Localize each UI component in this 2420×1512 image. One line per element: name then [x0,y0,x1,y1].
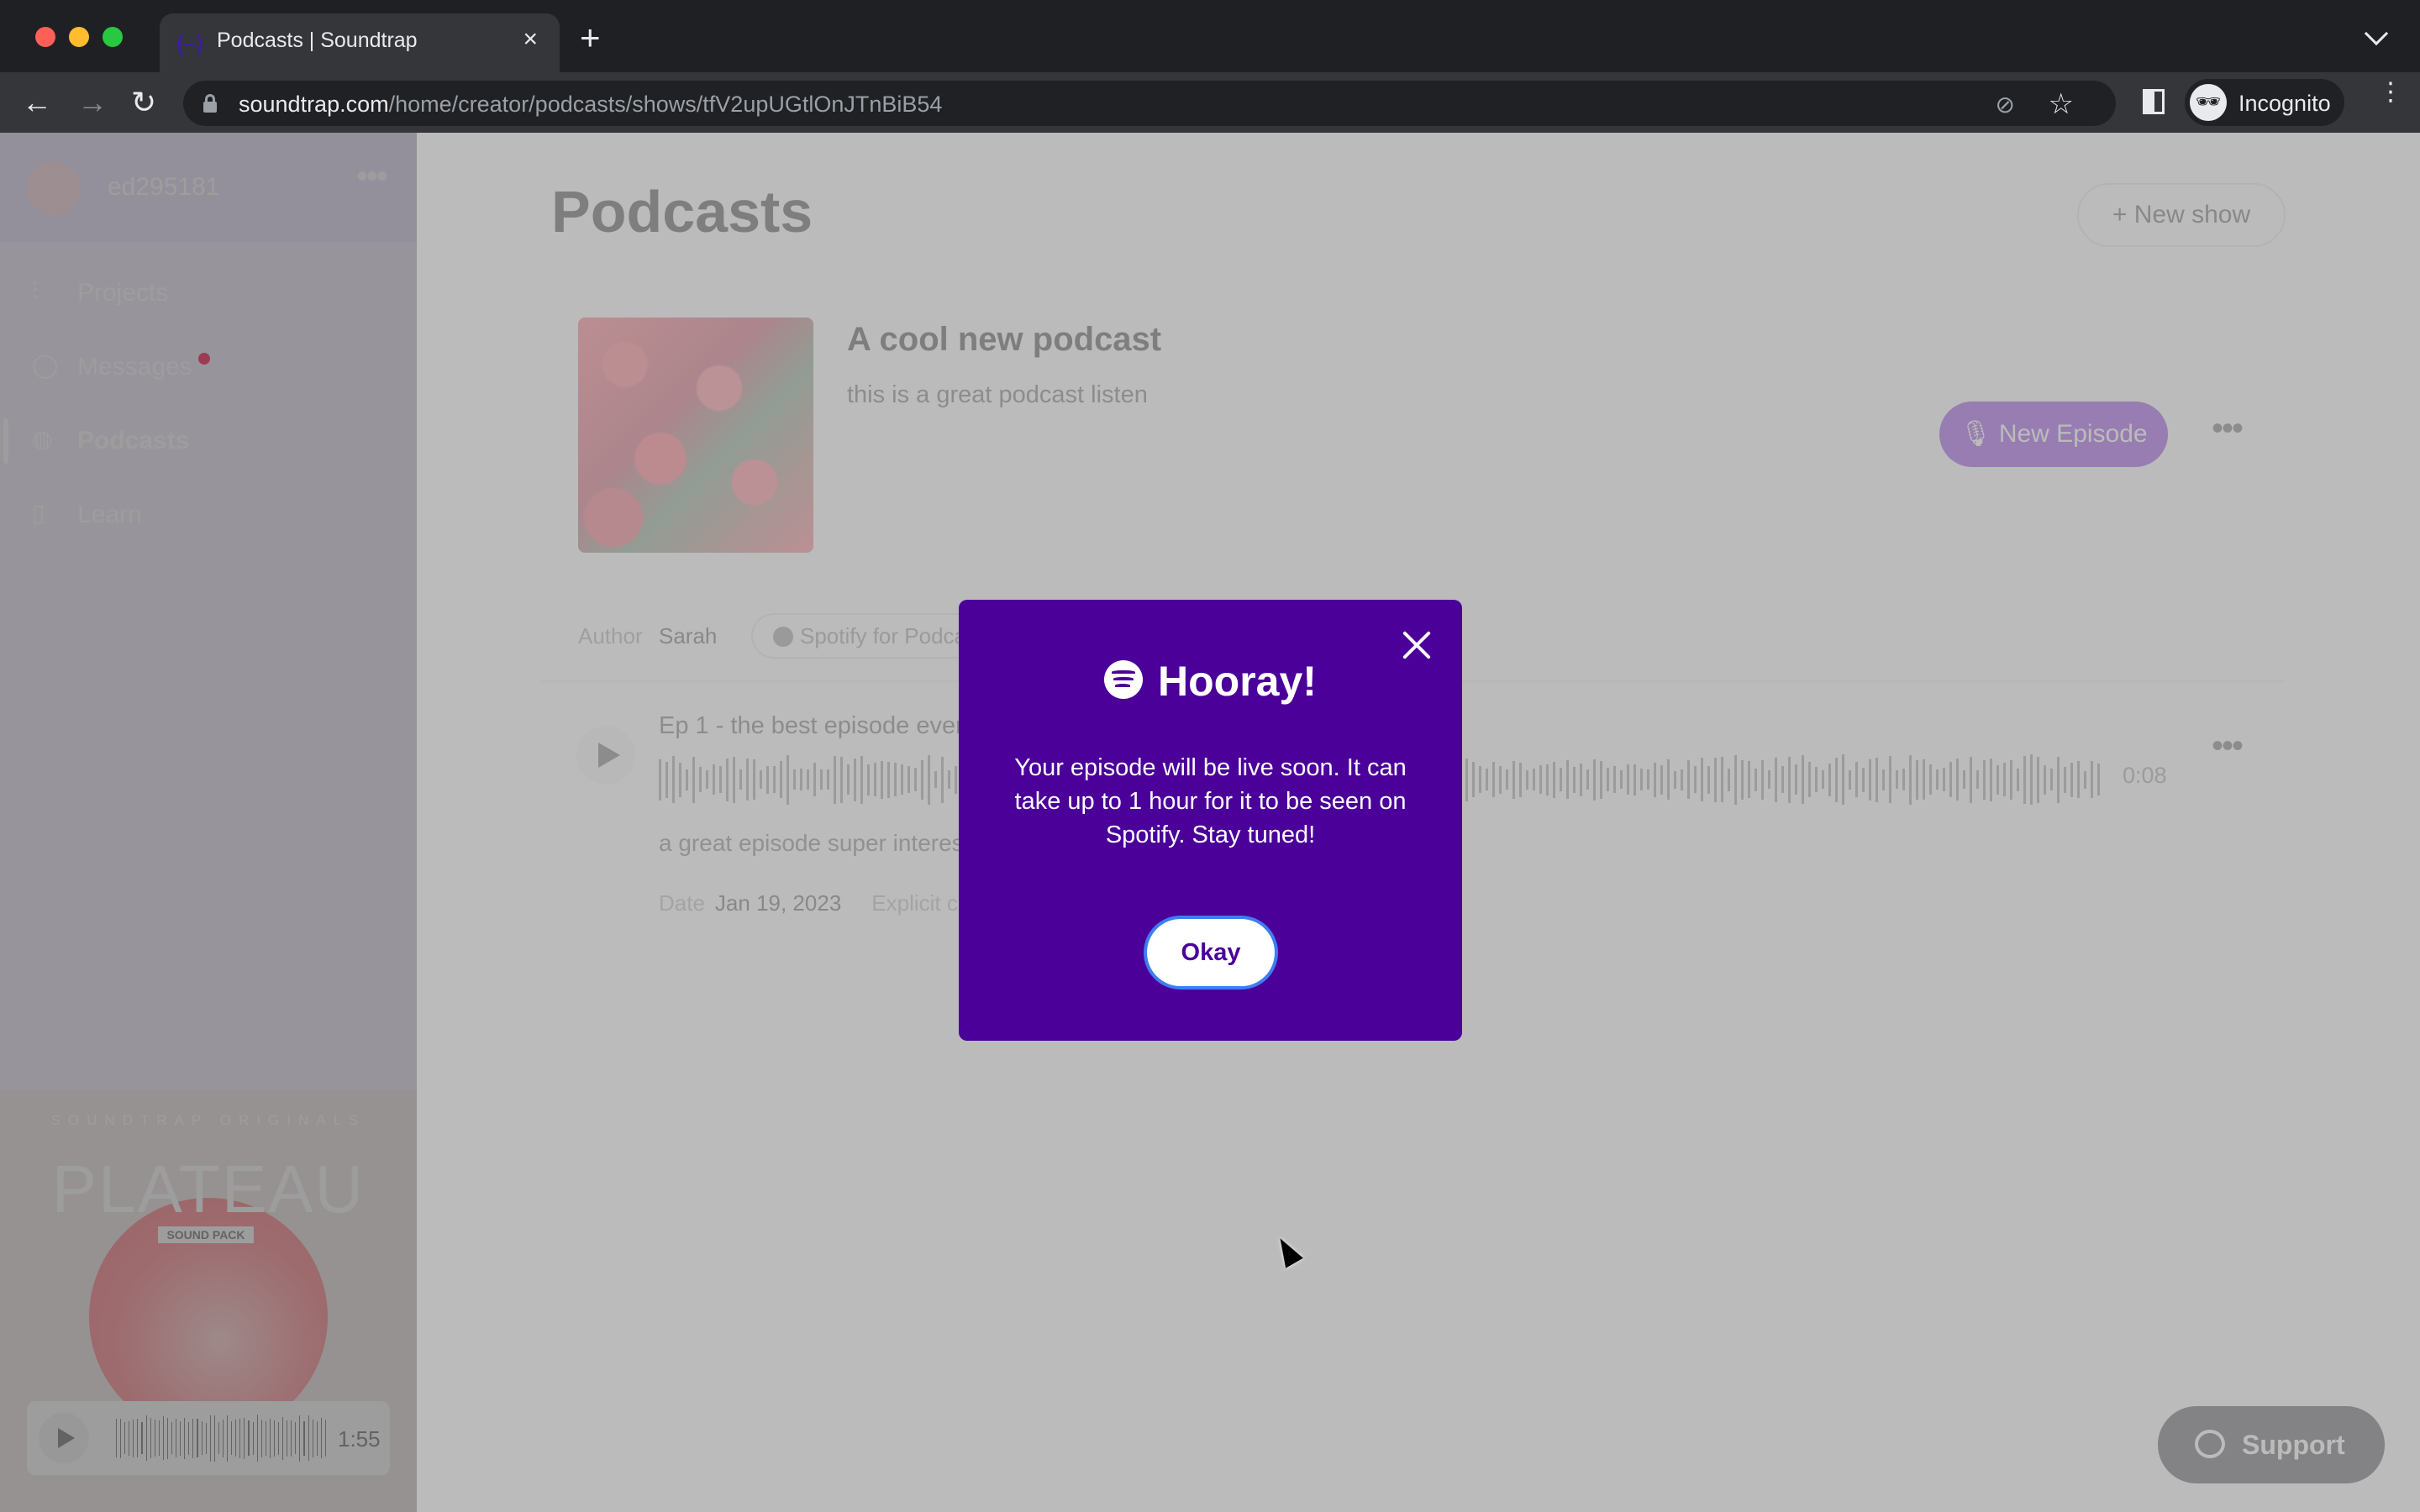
modal-heading: Hooray! [959,657,1462,706]
window-maximize-button[interactable] [103,27,123,47]
browser-tabstrip: (–) Podcasts | Soundtrap × + [0,0,2420,72]
incognito-label: Incognito [2238,91,2331,116]
reload-icon[interactable]: ↻ [131,86,156,119]
spotify-icon [1104,659,1144,699]
lock-icon[interactable] [203,94,217,113]
side-panel-icon[interactable] [2143,89,2165,114]
modal-heading-text: Hooray! [1158,658,1317,705]
window-minimize-button[interactable] [69,27,89,47]
browser-menu-icon[interactable]: ⋮ [2378,80,2403,105]
browser-tab[interactable]: (–) Podcasts | Soundtrap × [160,13,560,72]
tab-title: Podcasts | Soundtrap [217,29,418,52]
incognito-profile-button[interactable]: 🕶 Incognito [2185,79,2344,126]
tab-search-chevron-icon[interactable] [2364,21,2389,46]
address-bar[interactable]: soundtrap.com/home/creator/podcasts/show… [183,81,2116,126]
incognito-icon: 🕶 [2190,84,2227,121]
window-close-button[interactable] [35,27,55,47]
success-modal: Hooray! Your episode will be live soon. … [959,600,1462,1041]
modal-body: Your episode will be live soon. It can t… [1014,754,1407,848]
okay-button[interactable]: Okay [1147,919,1275,986]
close-icon[interactable] [1402,630,1432,660]
tab-close-icon[interactable]: × [523,27,538,52]
url-text[interactable]: soundtrap.com/home/creator/podcasts/show… [239,92,942,118]
bookmark-star-icon[interactable]: ☆ [2049,87,2074,121]
soundtrap-logo-icon: (–) [176,30,203,55]
eye-slash-icon[interactable]: ⊘ [1996,91,2015,118]
forward-arrow-icon[interactable]: → [77,86,108,119]
new-tab-button[interactable]: + [580,20,601,55]
back-arrow-icon[interactable]: ← [22,86,52,119]
browser-toolbar: ← → ↻ soundtrap.com/home/creator/podcast… [0,72,2420,133]
